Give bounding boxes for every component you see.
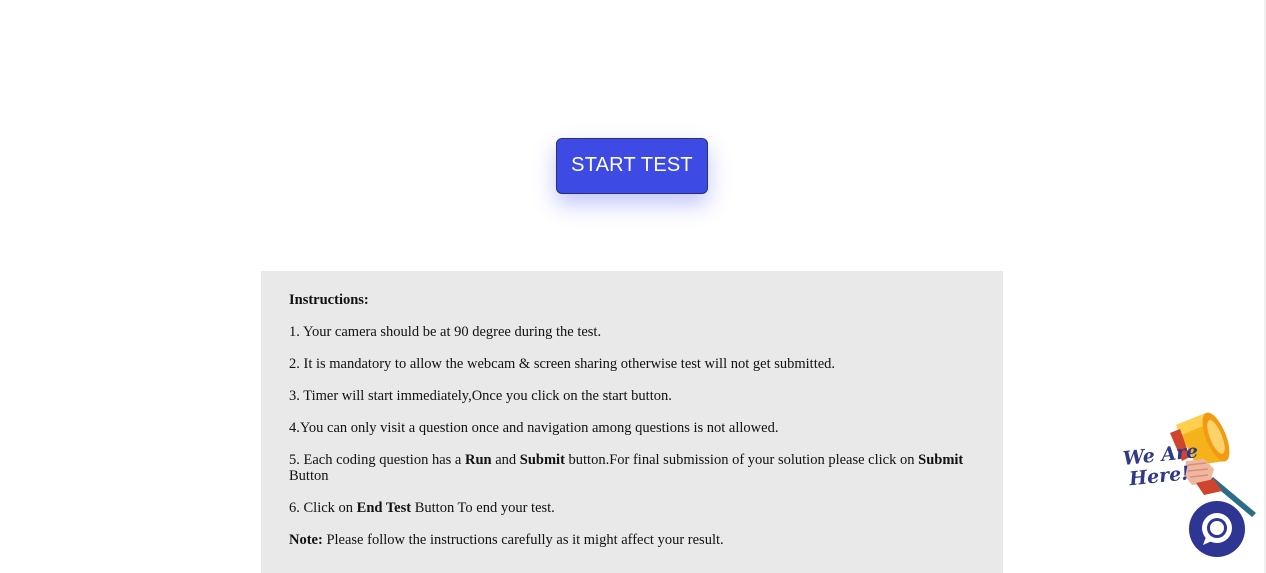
instruction-item-5-mid1: and (491, 452, 520, 468)
chat-bubble-icon (1202, 513, 1232, 545)
instruction-item-5-submit-final: Submit (918, 452, 964, 468)
instruction-item-2: 2. It is mandatory to allow the webcam &… (289, 356, 836, 372)
instruction-item-4: 4.You can only visit a question once and… (289, 420, 779, 436)
instruction-item-5-submit: Submit (519, 452, 565, 468)
instructions-panel: Instructions: 1. Your camera should be a… (261, 271, 1003, 573)
instruction-item-3: 3. Timer will start immediately,Once you… (289, 388, 672, 404)
instruction-item-6-end-test: End Test (356, 500, 412, 516)
note-text: Please follow the instructions carefully… (322, 532, 724, 548)
chat-launcher-button[interactable] (1189, 501, 1245, 557)
instruction-item-1: 1. Your camera should be at 90 degree du… (289, 324, 602, 340)
page: START TEST Instructions: 1. Your camera … (0, 0, 1266, 573)
instruction-item-5-run: Run (464, 452, 492, 468)
instruction-item-5: 5. Each coding question has a Run and Su… (289, 452, 987, 484)
instruction-item-5-mid2: button.For final submission of your solu… (564, 452, 919, 468)
instructions-title: Instructions: (289, 292, 369, 308)
start-test-button[interactable]: START TEST (556, 138, 708, 194)
note-label: Note: (289, 532, 323, 548)
instruction-item-5-post: Button (289, 468, 329, 484)
instruction-item-6-pre: 6. Click on (289, 500, 357, 516)
we-are-here-text: We Are Here! (1122, 440, 1201, 491)
instruction-item-5-pre: 5. Each coding question has a (289, 452, 465, 468)
instructions-note: Note: Please follow the instructions car… (289, 532, 987, 548)
instruction-item-6-post: Button To end your test. (411, 500, 555, 516)
instruction-item-6: 6. Click on End Test Button To end your … (289, 500, 987, 516)
